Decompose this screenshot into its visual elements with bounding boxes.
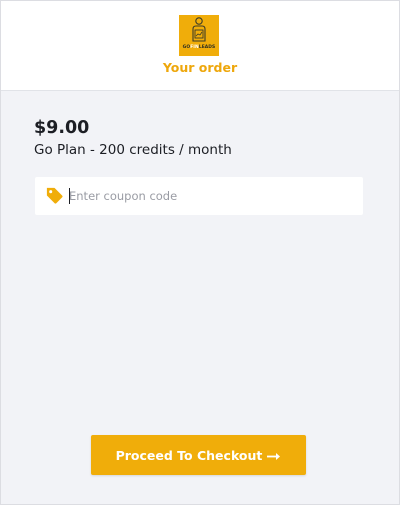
- brand-logo: GOFINLEADS: [179, 15, 219, 56]
- tag-icon: [46, 187, 63, 204]
- order-panel: GOFINLEADS Your order $9.00 Go Plan - 20…: [0, 0, 400, 505]
- proceed-to-checkout-button[interactable]: Proceed To Checkout: [91, 435, 306, 475]
- coupon-field[interactable]: [35, 177, 363, 215]
- logo-wordmark: GOFINLEADS: [182, 45, 216, 50]
- arrow-right-icon: [267, 448, 281, 463]
- coupon-input[interactable]: [69, 185, 355, 207]
- checkout-button-label: Proceed To Checkout: [115, 447, 263, 463]
- order-price: $9.00: [34, 118, 90, 138]
- order-header: GOFINLEADS Your order: [1, 1, 399, 91]
- logo-figure-icon: [192, 17, 206, 42]
- plan-description: Go Plan - 200 credits / month: [34, 142, 232, 158]
- text-cursor: [69, 188, 70, 204]
- page-title: Your order: [162, 60, 238, 75]
